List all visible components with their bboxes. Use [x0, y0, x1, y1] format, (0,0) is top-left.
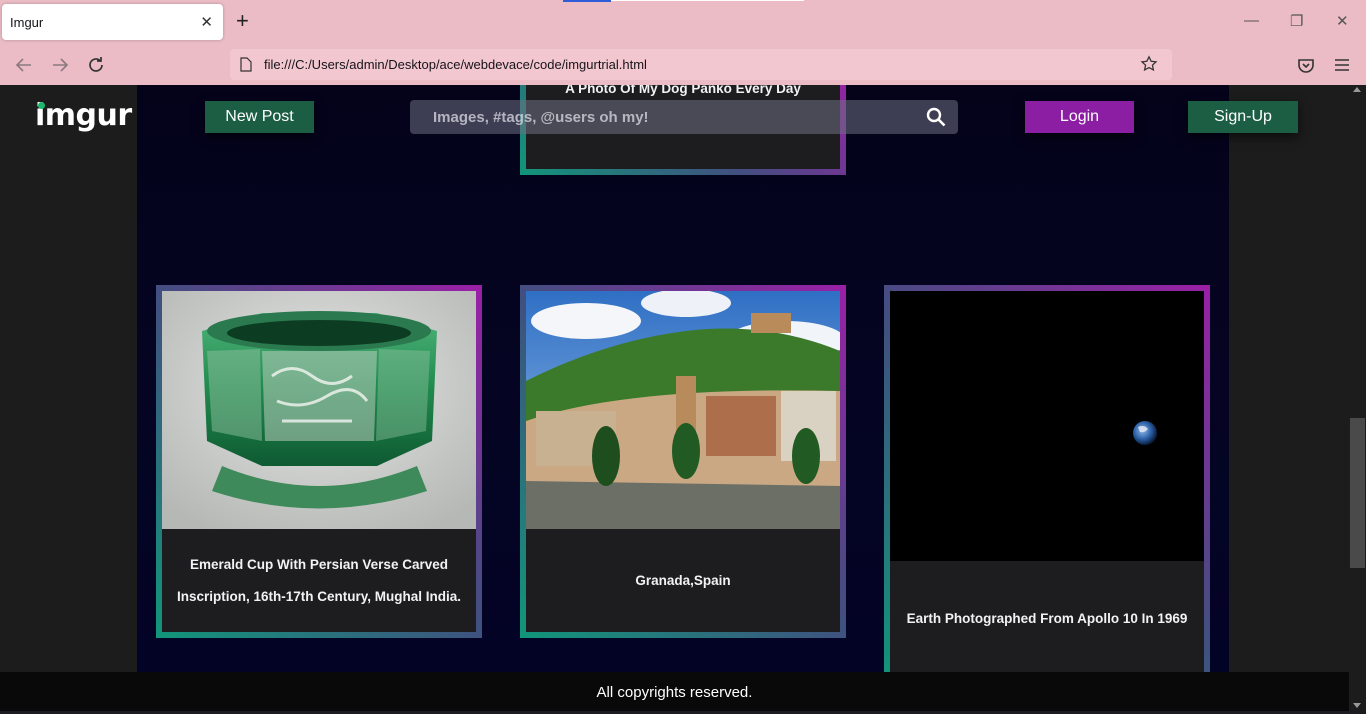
post-caption-line1: Emerald Cup With Persian Verse Carved [190, 557, 448, 572]
search-bar[interactable] [410, 100, 958, 134]
forward-icon[interactable] [49, 54, 71, 76]
new-post-button[interactable]: New Post [205, 101, 314, 133]
pocket-icon[interactable] [1295, 54, 1317, 76]
browser-titlebar: Imgur ✕ + — ❐ ✕ [0, 0, 1366, 44]
scroll-down-icon[interactable] [1353, 703, 1361, 708]
logo-text: imgur [35, 98, 132, 133]
browser-tab[interactable]: Imgur ✕ [2, 4, 223, 40]
minimize-icon[interactable]: — [1244, 12, 1259, 29]
signup-button[interactable]: Sign-Up [1188, 101, 1298, 133]
url-text[interactable]: file:///C:/Users/admin/Desktop/ace/webde… [264, 57, 647, 72]
page-footer: All copyrights reserved. [0, 672, 1349, 711]
logo-dot [38, 102, 45, 109]
page-viewport: A Photo Of My Dog Panko Every Day Emeral… [0, 85, 1349, 672]
post-card-body: Earth Photographed From Apollo 10 In 196… [890, 291, 1204, 672]
menu-icon[interactable] [1331, 54, 1353, 76]
post-caption: A Photo Of My Dog Panko Every Day [565, 85, 801, 96]
url-bar[interactable]: file:///C:/Users/admin/Desktop/ace/webde… [230, 49, 1172, 80]
post-card-body: Emerald Cup With Persian Verse Carved In… [162, 291, 476, 632]
scrollbar-thumb[interactable] [1350, 418, 1365, 568]
search-input[interactable] [410, 100, 910, 134]
close-window-icon[interactable]: ✕ [1336, 12, 1349, 30]
tab-title: Imgur [10, 15, 44, 30]
post-card-emerald-cup[interactable]: Emerald Cup With Persian Verse Carved In… [156, 285, 482, 638]
titlebar-accent-line [611, 0, 804, 1]
reload-icon[interactable] [85, 54, 107, 76]
granada-image [526, 291, 840, 529]
new-tab-icon[interactable]: + [236, 10, 249, 32]
back-icon[interactable] [13, 54, 35, 76]
post-card-body: Granada,Spain [526, 291, 840, 632]
post-card-granada[interactable]: Granada,Spain [520, 285, 846, 638]
page-icon [240, 57, 252, 72]
post-caption: Earth Photographed From Apollo 10 In 196… [906, 611, 1188, 626]
restore-icon[interactable]: ❐ [1290, 12, 1303, 30]
post-caption: Granada,Spain [635, 573, 731, 588]
tab-close-icon[interactable]: ✕ [200, 13, 213, 31]
imgur-logo[interactable]: imgur [35, 98, 132, 133]
scrollbar[interactable] [1349, 85, 1366, 711]
earth-image [890, 291, 1204, 561]
emerald-cup-image [162, 291, 476, 529]
post-card-earth[interactable]: Earth Photographed From Apollo 10 In 196… [884, 285, 1210, 672]
footer-text: All copyrights reserved. [596, 684, 753, 701]
post-caption-line2: Inscription, 16th-17th Century, Mughal I… [176, 589, 462, 604]
login-button[interactable]: Login [1025, 101, 1134, 133]
search-icon[interactable] [926, 107, 946, 127]
scroll-up-icon[interactable] [1353, 87, 1361, 92]
bookmark-star-icon[interactable] [1140, 55, 1158, 73]
titlebar-accent [563, 0, 611, 2]
